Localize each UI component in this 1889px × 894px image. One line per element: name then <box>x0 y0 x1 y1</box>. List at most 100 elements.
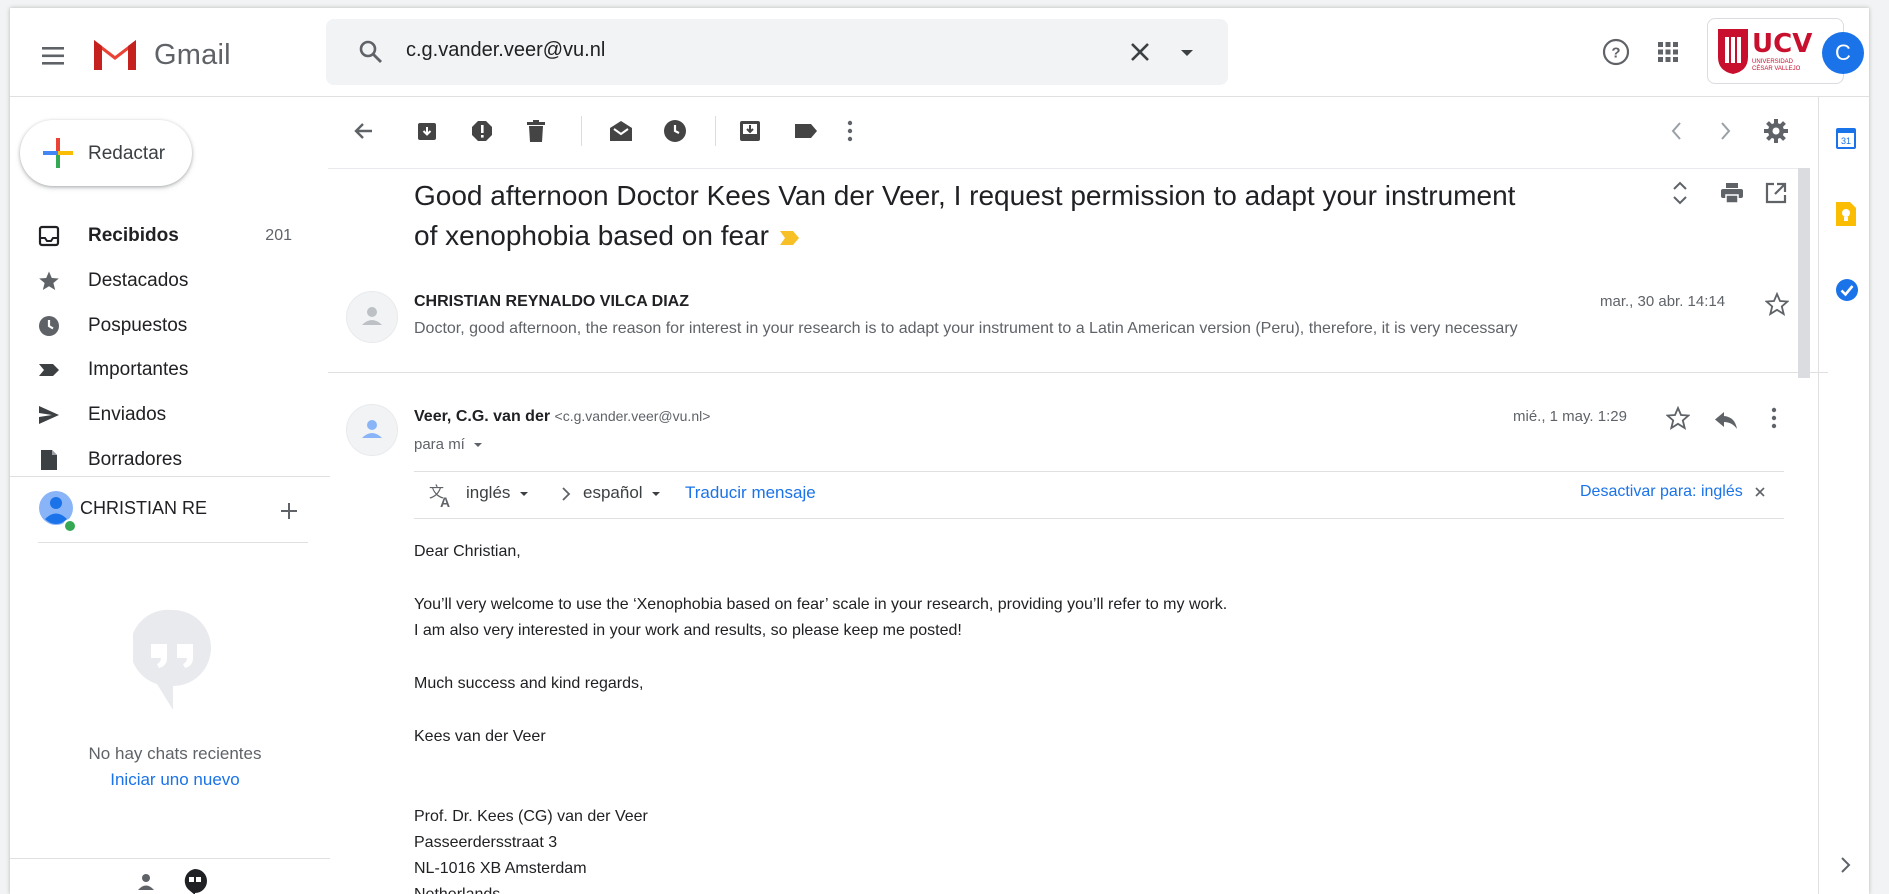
settings-gear-icon[interactable] <box>1764 119 1788 143</box>
email-subject: Good afternoon Doctor Kees Van der Veer,… <box>414 176 1524 256</box>
sidebar-item-label: Importantes <box>88 359 189 380</box>
account-avatar[interactable]: C <box>1822 32 1864 74</box>
sidebar-item-sent[interactable]: Enviados <box>10 393 330 437</box>
star-icon <box>38 270 60 292</box>
print-icon[interactable] <box>1720 182 1744 204</box>
tasks-icon[interactable] <box>1835 278 1859 302</box>
toolbar-bottom-divider <box>328 168 1808 169</box>
chevron-down-icon <box>519 491 529 497</box>
chat-user-name[interactable]: CHRISTIAN RE <box>80 498 207 519</box>
ucv-shield-icon <box>1716 27 1750 75</box>
target-language-label: español <box>583 483 643 502</box>
apps-grid-icon[interactable] <box>1657 41 1679 63</box>
org-name: UCV <box>1752 29 1813 59</box>
signature-line: NL-1016 XB Amsterdam <box>414 860 587 877</box>
sender-avatar[interactable] <box>346 291 398 343</box>
help-icon[interactable]: ? <box>1602 38 1630 66</box>
contacts-tab-icon[interactable] <box>136 872 156 892</box>
expand-side-panel-icon[interactable] <box>1840 856 1852 874</box>
sidebar-item-inbox[interactable]: Recibidos 201 <box>10 214 330 258</box>
org-subtitle: UNIVERSIDAD CÉSAR VALLEJO <box>1752 59 1801 72</box>
report-spam-icon[interactable] <box>470 119 494 143</box>
back-arrow-icon[interactable] <box>352 119 376 143</box>
delete-icon[interactable] <box>524 119 548 143</box>
sidebar-item-starred[interactable]: Destacados <box>10 259 330 303</box>
inbox-icon <box>38 225 60 247</box>
open-new-window-icon[interactable] <box>1765 182 1787 204</box>
search-input[interactable]: c.g.vander.veer@vu.nl <box>406 39 605 62</box>
body-line: I am also very interested in your work a… <box>414 622 962 639</box>
label-icon[interactable] <box>793 119 819 143</box>
snooze-icon[interactable] <box>663 119 687 143</box>
compose-label: Redactar <box>88 143 166 164</box>
sidebar-item-important[interactable]: Importantes <box>10 348 330 392</box>
plus-icon <box>42 137 74 169</box>
keep-notes-icon[interactable] <box>1835 201 1857 227</box>
older-chevron-icon[interactable] <box>1720 121 1732 141</box>
sender-name[interactable]: Veer, C.G. van der <box>414 408 550 425</box>
search-icon[interactable] <box>358 39 384 65</box>
sender-name[interactable]: CHRISTIAN REYNALDO VILCA DIAZ <box>414 293 689 311</box>
signature-line: Passeerdersstraat 3 <box>414 834 558 851</box>
star-icon[interactable] <box>1765 292 1789 316</box>
newer-chevron-icon[interactable] <box>1670 121 1682 141</box>
more-options-icon[interactable] <box>1770 406 1778 430</box>
message-date: mié., 1 may. 1:29 <box>1513 408 1627 425</box>
search-bar[interactable]: c.g.vander.veer@vu.nl <box>326 19 1228 85</box>
source-language-label: inglés <box>466 483 511 502</box>
important-icon <box>38 359 60 381</box>
expand-all-icon[interactable] <box>1672 180 1688 206</box>
more-options-icon[interactable] <box>846 119 854 143</box>
chevron-down-icon <box>651 491 661 497</box>
header-divider <box>10 96 1869 97</box>
svg-text:A: A <box>440 494 450 508</box>
sender-line[interactable]: Veer, C.G. van der <c.g.vander.veer@vu.n… <box>414 408 710 426</box>
scrollbar-thumb[interactable] <box>1798 168 1810 378</box>
hangouts-tab-icon[interactable] <box>182 868 208 894</box>
main-menu-icon[interactable] <box>40 44 68 68</box>
move-to-icon[interactable] <box>738 119 762 143</box>
compose-button[interactable]: Redactar <box>20 120 192 186</box>
sidebar-item-label: Enviados <box>88 404 167 425</box>
star-icon[interactable] <box>1666 406 1690 430</box>
clock-icon <box>38 315 60 337</box>
svg-text:?: ? <box>1611 45 1620 62</box>
calendar-icon[interactable]: 31 <box>1835 126 1857 150</box>
sidebar-bottom-divider <box>10 858 330 859</box>
translate-bar-top-divider <box>414 471 1784 472</box>
mark-unread-icon[interactable] <box>608 119 634 143</box>
disable-translation-link[interactable]: Desactivar para: inglés <box>1580 483 1765 501</box>
message-divider <box>328 372 1828 373</box>
reply-icon[interactable] <box>1714 410 1738 430</box>
body-closing: Much success and kind regards, <box>414 675 644 692</box>
close-icon[interactable] <box>1755 487 1765 497</box>
disable-translation-label: Desactivar para: inglés <box>1580 483 1743 500</box>
send-icon <box>38 404 60 426</box>
target-language-select[interactable]: español <box>583 483 661 503</box>
archive-icon[interactable] <box>415 119 439 143</box>
source-language-select[interactable]: inglés <box>466 483 529 503</box>
message-snippet[interactable]: Doctor, good afternoon, the reason for i… <box>414 320 1518 338</box>
chat-user-avatar[interactable] <box>38 490 78 534</box>
sidebar-item-snoozed[interactable]: Pospuestos <box>10 304 330 348</box>
clear-search-icon[interactable] <box>1126 38 1154 66</box>
unread-count: 201 <box>265 227 292 244</box>
svg-text:31: 31 <box>1841 136 1851 146</box>
app-name: Gmail <box>154 39 231 71</box>
recipient-details[interactable]: para mí <box>414 436 483 453</box>
translate-message-link[interactable]: Traducir mensaje <box>685 483 816 503</box>
search-options-icon[interactable] <box>1180 49 1194 57</box>
important-marker-icon[interactable] <box>779 229 801 247</box>
new-chat-plus-icon[interactable] <box>280 502 298 520</box>
sidebar-item-label: Borradores <box>88 449 182 470</box>
subject-text: Good afternoon Doctor Kees Van der Veer,… <box>414 180 1516 251</box>
body-signature-name: Kees van der Veer <box>414 728 546 745</box>
sidebar-item-label: Recibidos <box>88 225 179 246</box>
start-new-chat-link[interactable]: Iniciar uno nuevo <box>10 770 340 790</box>
signature-line: Netherlands <box>414 886 500 894</box>
toolbar-divider <box>715 116 716 146</box>
sender-avatar[interactable] <box>346 404 398 456</box>
sidebar-divider <box>10 476 330 477</box>
gmail-logo-icon[interactable] <box>90 34 140 74</box>
right-panel-divider <box>1818 96 1819 894</box>
